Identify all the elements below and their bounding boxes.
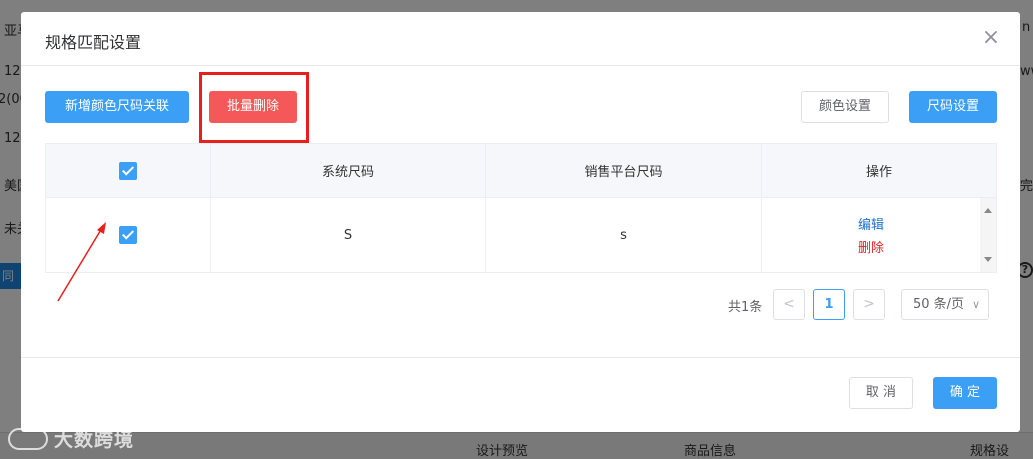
spec-match-dialog: 规格匹配设置 × 新增颜色尺码关联 批量删除 颜色设置 尺码设置 系统尺码 销售… <box>21 12 1020 432</box>
add-color-size-link-button[interactable]: 新增颜色尺码关联 <box>45 91 189 123</box>
edit-link[interactable]: 编辑 <box>858 214 884 233</box>
annotation-arrow-icon <box>57 222 106 302</box>
header-platform-size: 销售平台尺码 <box>486 144 762 197</box>
size-mapping-table: 系统尺码 销售平台尺码 操作 S s 编辑 删除 <box>45 143 997 273</box>
pagination-total: 共1条 <box>728 300 763 315</box>
scroll-up-icon[interactable] <box>984 208 992 213</box>
page-size-select[interactable]: 50 条/页 ∨ <box>901 289 989 320</box>
system-size-cell: S <box>211 198 486 272</box>
table-row: S s 编辑 删除 <box>46 198 980 272</box>
size-settings-button[interactable]: 尺码设置 <box>909 91 997 123</box>
header-actions: 操作 <box>865 165 892 180</box>
table-header: 系统尺码 销售平台尺码 操作 <box>46 144 996 198</box>
row-checkbox[interactable] <box>119 226 137 244</box>
color-settings-button[interactable]: 颜色设置 <box>801 91 889 123</box>
delete-link[interactable]: 删除 <box>858 237 884 256</box>
scroll-down-icon[interactable] <box>984 257 992 262</box>
chevron-down-icon: ∨ <box>971 298 980 311</box>
next-page-button[interactable]: > <box>853 289 885 320</box>
annotation-highlight-box <box>199 72 309 143</box>
dialog-title: 规格匹配设置 <box>45 33 142 52</box>
platform-size-cell: s <box>486 198 762 272</box>
cancel-button[interactable]: 取 消 <box>849 377 913 409</box>
confirm-button[interactable]: 确 定 <box>933 377 997 409</box>
header-system-size: 系统尺码 <box>211 144 486 197</box>
close-icon[interactable]: × <box>980 27 1002 49</box>
page-number-current[interactable]: 1 <box>813 289 845 320</box>
actions-cell: 编辑 删除 <box>762 198 980 272</box>
prev-page-button[interactable]: < <box>773 289 805 320</box>
header-select-all-cell <box>46 144 211 197</box>
page-size-value: 50 条/页 <box>913 297 965 312</box>
dialog-header: 规格匹配设置 × <box>21 12 1020 66</box>
table-scrollbar[interactable] <box>980 198 996 272</box>
footer-divider <box>21 357 1020 358</box>
select-all-checkbox[interactable] <box>119 161 137 180</box>
